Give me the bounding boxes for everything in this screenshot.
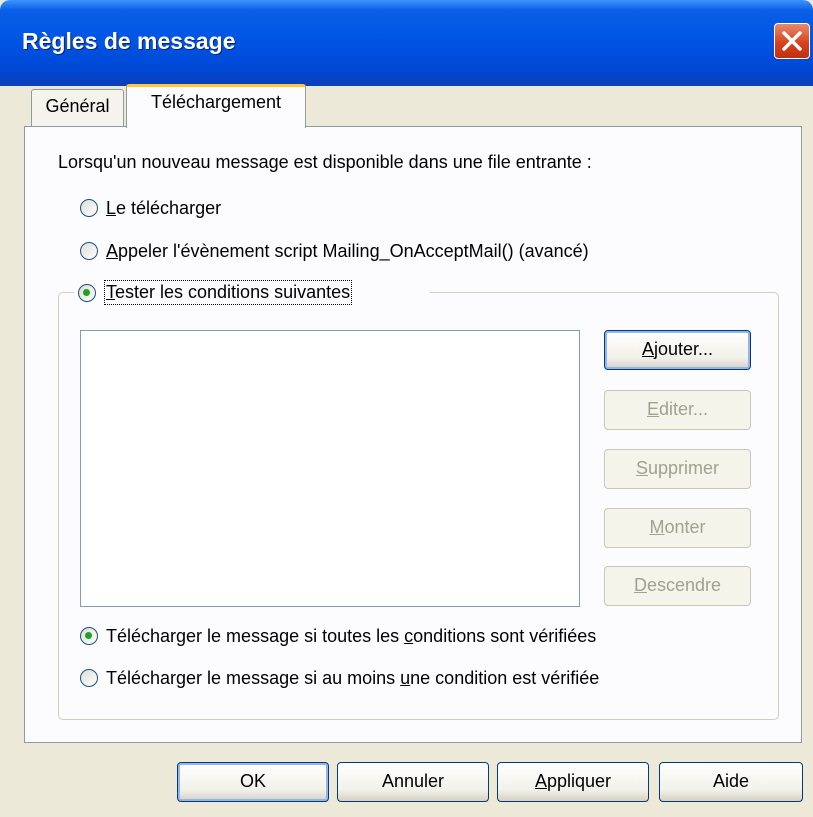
radio-le-telecharger[interactable]: [80, 199, 98, 217]
delete-button[interactable]: Supprimer: [604, 449, 751, 489]
tab-telechargement-label: Téléchargement: [150, 92, 282, 112]
radio-appeler-script[interactable]: [80, 242, 98, 260]
tester-conditions-text[interactable]: Tester les conditions suivantes: [103, 280, 353, 305]
radio-le-telecharger-label[interactable]: Le télécharger: [106, 198, 221, 219]
edit-button[interactable]: Editer...: [604, 390, 751, 430]
conditions-list[interactable]: [80, 330, 580, 607]
radio-appeler-script-label[interactable]: Appeler l'évènement script Mailing_OnAcc…: [106, 241, 589, 262]
radio-match-all-label[interactable]: Télécharger le message si toutes les con…: [106, 626, 596, 647]
window-title: Règles de message: [22, 28, 236, 54]
tab-general[interactable]: Général: [31, 89, 124, 126]
close-button[interactable]: [774, 23, 810, 59]
help-button[interactable]: Aide: [659, 762, 803, 802]
radio-match-any-label[interactable]: Télécharger le message si au moins une c…: [106, 668, 599, 689]
title-bar: Règles de message: [0, 0, 813, 86]
radio-match-all[interactable]: [80, 627, 98, 645]
move-up-button[interactable]: Monter: [604, 508, 751, 548]
intro-text: Lorsqu'un nouveau message est disponible…: [58, 152, 592, 172]
cancel-button[interactable]: Annuler: [337, 762, 489, 802]
tab-general-label: Général: [45, 96, 110, 116]
radio-tester-conditions-indicator[interactable]: [78, 284, 96, 302]
move-down-button[interactable]: Descendre: [604, 566, 751, 606]
tab-telechargement[interactable]: Téléchargement: [126, 84, 306, 128]
radio-match-any[interactable]: [80, 669, 98, 687]
close-icon: [782, 31, 802, 51]
apply-button[interactable]: Appliquer: [497, 762, 649, 802]
add-button[interactable]: Ajouter...: [604, 330, 751, 370]
ok-button[interactable]: OK: [177, 762, 329, 802]
